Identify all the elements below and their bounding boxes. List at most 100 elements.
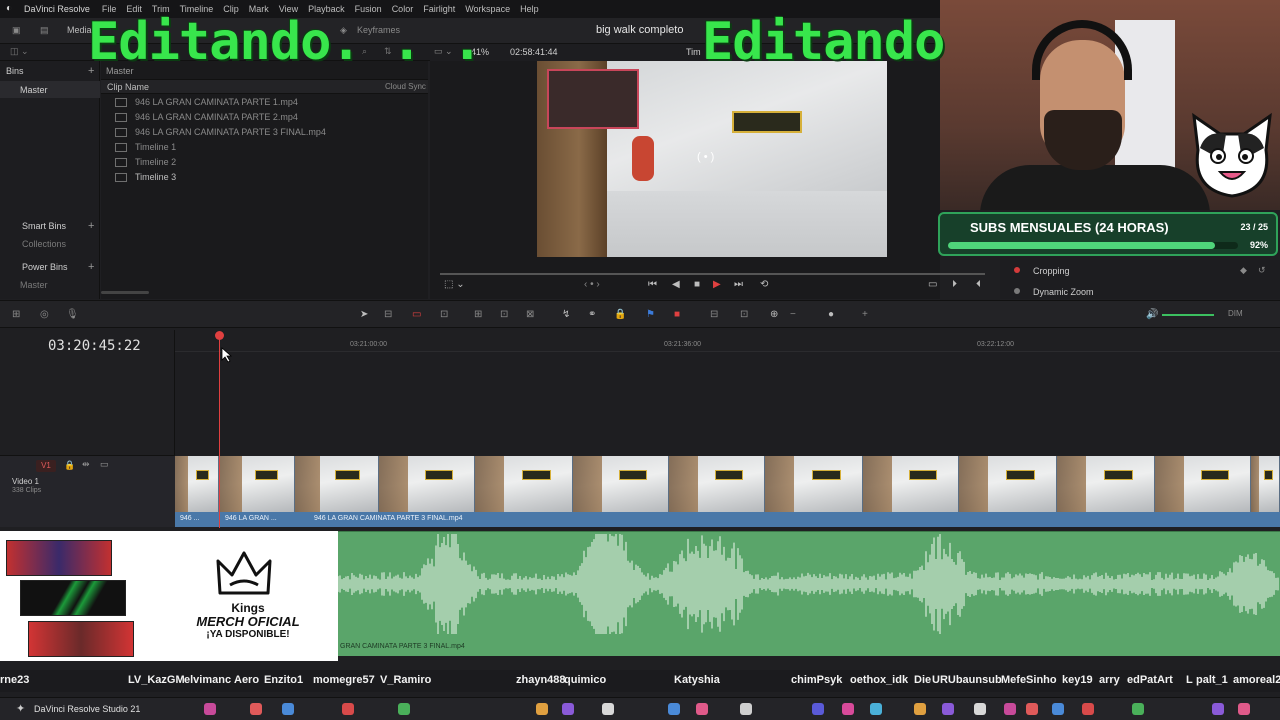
volume-icon[interactable]: 🔊 bbox=[1146, 309, 1158, 320]
taskbar-app-icon[interactable] bbox=[1238, 703, 1250, 715]
marker-icon[interactable]: ■ bbox=[674, 309, 680, 320]
taskbar-app-icon[interactable] bbox=[812, 703, 824, 715]
flag-icon[interactable]: ⚑ bbox=[646, 309, 655, 320]
taskbar-app-icon[interactable] bbox=[842, 703, 854, 715]
clip-thumbnail[interactable] bbox=[175, 456, 219, 512]
taskbar-app-icon[interactable] bbox=[204, 703, 216, 715]
taskbar-app-icon[interactable] bbox=[1026, 703, 1038, 715]
timeline-empty-area[interactable] bbox=[175, 352, 1280, 455]
taskbar-app-icon[interactable] bbox=[914, 703, 926, 715]
zoom-custom-icon[interactable]: ⊕ bbox=[770, 309, 778, 320]
media-item[interactable]: Timeline 2 bbox=[115, 155, 176, 169]
media-item[interactable]: 946 LA GRAN CAMINATA PARTE 2.mp4 bbox=[115, 110, 298, 124]
playhead-handle[interactable] bbox=[215, 331, 224, 340]
audio-meter-icon[interactable]: ◎ bbox=[40, 309, 49, 320]
resolve-taskbar-icon[interactable]: ✦ bbox=[16, 702, 25, 715]
video-clip-strip[interactable] bbox=[175, 456, 1280, 512]
trim-tool-icon[interactable]: ⊟ bbox=[384, 309, 392, 320]
prev-edit-button[interactable]: ⏵ bbox=[952, 279, 957, 290]
clip-thumbnail[interactable] bbox=[765, 456, 863, 512]
clip-label-bar[interactable]: 946 ... 946 LA GRAN ... 946 LA GRAN CAMI… bbox=[175, 512, 1280, 527]
media-item[interactable]: Timeline 1 bbox=[115, 140, 176, 154]
taskbar-app-icon[interactable] bbox=[668, 703, 680, 715]
taskbar-app-icon[interactable] bbox=[250, 703, 262, 715]
play-button[interactable]: ▶ bbox=[713, 279, 721, 290]
clip-thumbnail[interactable] bbox=[1251, 456, 1280, 512]
layout-toggle-icon[interactable]: ⊞ bbox=[12, 309, 20, 320]
taskbar-app-icon[interactable] bbox=[740, 703, 752, 715]
viewer-scrubber[interactable] bbox=[440, 273, 985, 275]
dynamic-trim-icon[interactable]: ⊡ bbox=[440, 309, 448, 320]
bin-master[interactable]: Master bbox=[20, 85, 48, 95]
taskbar-app-icon[interactable] bbox=[696, 703, 708, 715]
zoom-out-icon[interactable]: − bbox=[790, 309, 796, 320]
layout-icon[interactable]: ▣ bbox=[12, 25, 21, 36]
volume-slider[interactable] bbox=[1162, 314, 1214, 316]
snapping-icon[interactable]: ↯ bbox=[562, 309, 570, 320]
zoom-slider[interactable]: ● bbox=[828, 309, 834, 320]
clip-thumbnail[interactable] bbox=[379, 456, 475, 512]
play-reverse-button[interactable]: ◀ bbox=[672, 279, 680, 290]
clip-thumbnail[interactable] bbox=[295, 456, 379, 512]
column-cloud-sync[interactable]: Cloud Sync bbox=[385, 82, 426, 91]
column-clip-name[interactable]: Clip Name bbox=[107, 82, 149, 92]
cropping-toggle[interactable] bbox=[1014, 267, 1020, 273]
taskbar-app-icon[interactable] bbox=[1212, 703, 1224, 715]
track-header-v1[interactable]: V1 🔒 ⇹ ▭ Video 1 338 Clips bbox=[0, 455, 175, 527]
zoom-in-icon[interactable]: + bbox=[862, 309, 868, 320]
clip-label[interactable]: 946 LA GRAN ... bbox=[225, 515, 277, 522]
clip-thumbnail[interactable] bbox=[669, 456, 765, 512]
zoom-detail-icon[interactable]: ⊡ bbox=[740, 309, 748, 320]
add-power-bin-button[interactable]: + bbox=[88, 261, 94, 273]
bin-master-selected[interactable] bbox=[0, 81, 100, 98]
clip-thumbnail[interactable] bbox=[959, 456, 1057, 512]
taskbar-app-icon[interactable] bbox=[1052, 703, 1064, 715]
clip-thumbnail[interactable] bbox=[863, 456, 959, 512]
clip-thumbnail[interactable] bbox=[475, 456, 573, 512]
audio-clip[interactable]: GRAN CAMINATA PARTE 3 FINAL.mp4 bbox=[338, 531, 1280, 656]
playhead[interactable] bbox=[219, 333, 220, 528]
media-item[interactable]: 946 LA GRAN CAMINATA PARTE 3 FINAL.mp4 bbox=[115, 125, 326, 139]
track-lock-icon[interactable]: 🔒 bbox=[64, 460, 75, 471]
match-frame-button[interactable]: ▭ bbox=[928, 279, 937, 290]
clip-thumbnail[interactable] bbox=[573, 456, 669, 512]
taskbar-app-icon[interactable] bbox=[870, 703, 882, 715]
list-view-icon[interactable]: ◫ ⌄ bbox=[10, 46, 29, 57]
clip-thumbnail[interactable] bbox=[1155, 456, 1251, 512]
add-smart-bin-button[interactable]: + bbox=[88, 220, 94, 232]
next-edit-button[interactable]: ⏴ bbox=[976, 279, 981, 290]
insert-clip-icon[interactable]: ⊞ bbox=[474, 309, 482, 320]
timeline-timecode[interactable]: 03:20:45:22 bbox=[48, 338, 141, 354]
taskbar-app-icon[interactable] bbox=[562, 703, 574, 715]
linked-selection-icon[interactable]: ⚭ bbox=[588, 309, 596, 320]
selection-tool-icon[interactable]: ➤ bbox=[360, 309, 368, 320]
taskbar-app-icon[interactable] bbox=[342, 703, 354, 715]
collections-item[interactable]: Collections bbox=[22, 239, 66, 249]
media-item[interactable]: Timeline 3 bbox=[115, 170, 176, 184]
track-auto-select-icon[interactable]: ⇹ bbox=[82, 459, 90, 470]
clip-thumbnail[interactable] bbox=[219, 456, 295, 512]
taskbar-app-icon[interactable] bbox=[398, 703, 410, 715]
track-visibility-icon[interactable]: ▭ bbox=[100, 459, 109, 470]
clip-label[interactable]: 946 ... bbox=[180, 515, 199, 522]
dynamic-zoom-toggle[interactable] bbox=[1014, 288, 1020, 294]
clip-thumbnail[interactable] bbox=[1057, 456, 1155, 512]
stop-button[interactable]: ■ bbox=[694, 279, 700, 290]
media-pool-icon[interactable]: ▤ bbox=[40, 25, 49, 36]
taskbar-app-icon[interactable] bbox=[1004, 703, 1016, 715]
taskbar-app-icon[interactable] bbox=[1082, 703, 1094, 715]
voiceover-icon[interactable]: 🎙 bbox=[66, 309, 79, 320]
loop-button[interactable]: ⟲ bbox=[760, 279, 768, 290]
blade-tool-icon[interactable]: ▭ bbox=[412, 309, 421, 320]
taskbar-app-icon[interactable] bbox=[1132, 703, 1144, 715]
crop-icon[interactable]: ⬚ ⌄ bbox=[444, 279, 465, 290]
lock-icon[interactable]: 🔒 bbox=[614, 309, 626, 320]
skip-end-button[interactable]: ⏭ bbox=[734, 279, 743, 290]
timeline-ruler[interactable]: 03:21:00:00 03:21:36:00 03:22:12:00 bbox=[175, 330, 1280, 352]
zoom-full-icon[interactable]: ⊟ bbox=[710, 309, 718, 320]
jog-icon[interactable]: ‹ • › bbox=[584, 279, 600, 290]
taskbar-app-label[interactable]: DaVinci Resolve Studio 21 bbox=[34, 704, 140, 714]
dim-button[interactable]: DIM bbox=[1228, 309, 1243, 318]
taskbar-app-icon[interactable] bbox=[942, 703, 954, 715]
taskbar-app-icon[interactable] bbox=[974, 703, 986, 715]
